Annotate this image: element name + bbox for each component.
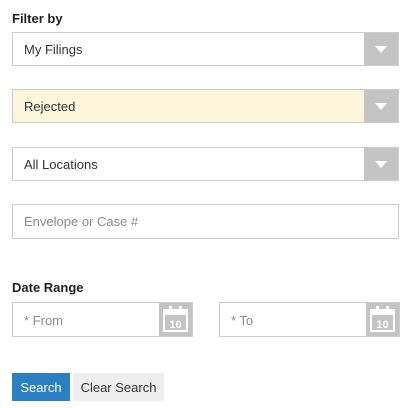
- calendar-day: 10: [169, 319, 181, 331]
- filing-scope-select[interactable]: My Filings: [12, 32, 399, 66]
- status-select[interactable]: Rejected: [12, 89, 399, 123]
- calendar-icon[interactable]: 10: [366, 303, 399, 336]
- status-value: Rejected: [24, 99, 76, 114]
- to-date-placeholder: * To: [231, 313, 254, 328]
- chevron-down-icon[interactable]: [364, 148, 398, 180]
- from-date-placeholder: * From: [24, 313, 63, 328]
- filter-by-heading: Filter by: [12, 11, 63, 26]
- chevron-down-icon[interactable]: [364, 90, 398, 122]
- date-range-heading: Date Range: [12, 280, 84, 295]
- clear-search-button[interactable]: Clear Search: [73, 373, 164, 401]
- filter-panel: Filter by My Filings Rejected All Locati…: [0, 0, 414, 408]
- envelope-case-search-input[interactable]: [12, 204, 399, 239]
- calendar-icon[interactable]: 10: [159, 303, 192, 336]
- chevron-down-icon[interactable]: [364, 33, 398, 65]
- location-value: All Locations: [24, 157, 98, 172]
- from-date-field[interactable]: * From 10: [12, 302, 193, 337]
- to-date-field[interactable]: * To 10: [219, 302, 400, 337]
- search-button[interactable]: Search: [12, 373, 70, 401]
- calendar-day: 10: [376, 319, 388, 331]
- filing-scope-value: My Filings: [24, 42, 83, 57]
- location-select[interactable]: All Locations: [12, 147, 399, 181]
